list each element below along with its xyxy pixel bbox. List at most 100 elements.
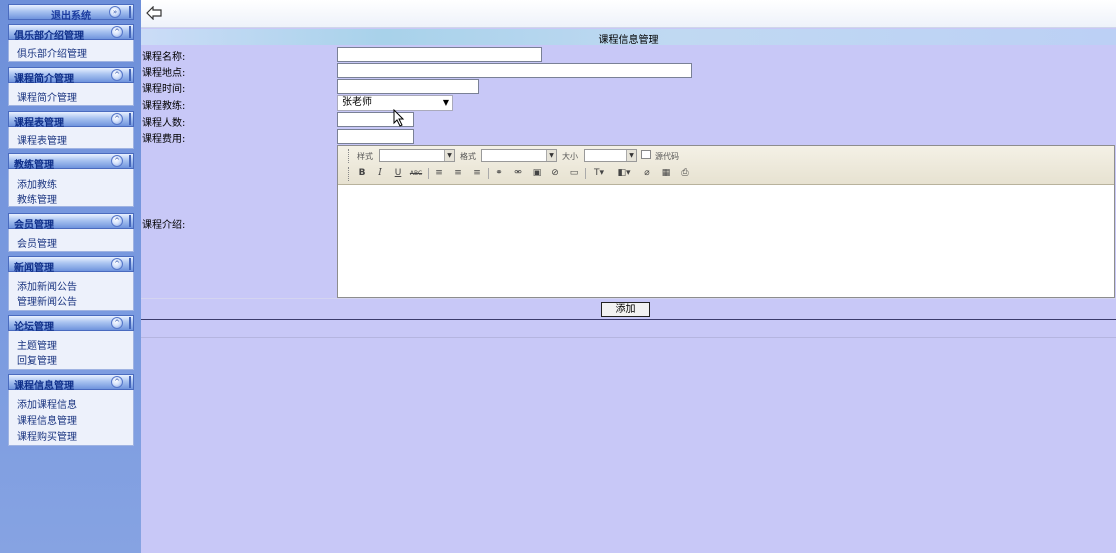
course-count-label: 课程人数: bbox=[142, 118, 186, 129]
footer-divider bbox=[141, 337, 1116, 338]
collapse-icon[interactable]: ^ bbox=[111, 258, 123, 270]
media-icon[interactable]: ▭ bbox=[567, 167, 581, 180]
align-right-icon[interactable]: ≡ bbox=[470, 167, 484, 180]
editor-content-area[interactable] bbox=[338, 185, 1114, 297]
divider-icon bbox=[129, 317, 131, 329]
section-header-course-intro[interactable]: 课程简介管理 ^ bbox=[8, 67, 134, 85]
size-select[interactable]: ▼ bbox=[584, 149, 637, 162]
course-location-label: 课程地点: bbox=[142, 68, 186, 79]
section-body: 添加教练 教练管理 bbox=[8, 169, 134, 207]
sidebar-item-reply[interactable]: 回复管理 bbox=[17, 352, 57, 367]
dropdown-arrow-icon: ▼ bbox=[546, 150, 556, 161]
italic-icon[interactable]: I bbox=[373, 167, 387, 180]
separator-icon bbox=[585, 168, 586, 179]
course-coach-label: 课程教练: bbox=[142, 101, 186, 112]
style-select[interactable]: ▼ bbox=[379, 149, 455, 162]
sidebar-item-coach-manage[interactable]: 教练管理 bbox=[17, 191, 57, 206]
collapse-icon[interactable]: ^ bbox=[111, 69, 123, 81]
eraser-icon[interactable]: ⌀ bbox=[640, 167, 654, 180]
section-header-news[interactable]: 新闻管理 ^ bbox=[8, 256, 134, 274]
sidebar-item-club-intro[interactable]: 俱乐部介绍管理 bbox=[17, 45, 87, 60]
divider-icon bbox=[129, 26, 131, 38]
divider-icon bbox=[129, 155, 131, 167]
collapse-icon[interactable]: ^ bbox=[111, 317, 123, 329]
course-time-label: 课程时间: bbox=[142, 84, 186, 95]
course-location-input[interactable] bbox=[337, 63, 692, 78]
align-left-icon[interactable]: ≡ bbox=[432, 167, 446, 180]
bg-color-icon[interactable]: ◧▾ bbox=[614, 167, 634, 180]
section-header-forum[interactable]: 论坛管理 ^ bbox=[8, 315, 134, 333]
section-body: 课程表管理 bbox=[8, 127, 134, 149]
collapse-icon[interactable]: ^ bbox=[111, 155, 123, 167]
unlink-icon[interactable]: ⚮ bbox=[511, 167, 525, 180]
strikethrough-icon[interactable]: ABC bbox=[409, 167, 423, 180]
format-select[interactable]: ▼ bbox=[481, 149, 557, 162]
course-time-input[interactable] bbox=[337, 79, 479, 94]
link-icon[interactable]: ⚭ bbox=[492, 167, 506, 180]
sidebar-item-add-course[interactable]: 添加课程信息 bbox=[17, 396, 77, 411]
coach-select-value: 张老师 bbox=[342, 97, 372, 108]
collapse-icon[interactable]: ^ bbox=[111, 215, 123, 227]
submit-row: 添加 bbox=[141, 298, 1116, 319]
align-center-icon[interactable]: ≡ bbox=[451, 167, 465, 180]
collapse-icon[interactable]: ^ bbox=[111, 26, 123, 38]
flash-icon[interactable]: ⊘ bbox=[548, 167, 562, 180]
source-label[interactable]: 源代码 bbox=[655, 151, 679, 162]
logout-icon: » bbox=[109, 6, 121, 18]
course-fee-label: 课程费用: bbox=[142, 134, 186, 145]
text-color-icon[interactable]: T▾ bbox=[589, 167, 609, 180]
collapse-icon[interactable]: ^ bbox=[111, 376, 123, 388]
preview-icon[interactable]: ⎙ bbox=[678, 167, 692, 180]
divider-icon bbox=[129, 69, 131, 81]
size-label: 大小 bbox=[562, 152, 578, 161]
bold-icon[interactable]: B bbox=[355, 167, 369, 180]
sidebar-item-course-intro[interactable]: 课程简介管理 bbox=[17, 89, 77, 104]
editor-toolbar: 样式 ▼ 格式 ▼ 大小 ▼ 源代码 B I U ABC ≡ ≡ ≡ ⚭ ⚮ ▣… bbox=[338, 146, 1114, 185]
section-header-schedule[interactable]: 课程表管理 ^ bbox=[8, 111, 134, 129]
toolbar-grip-icon bbox=[348, 167, 351, 181]
course-fee-input[interactable] bbox=[337, 129, 414, 144]
course-name-input[interactable] bbox=[337, 47, 542, 62]
section-header-coach[interactable]: 教练管理 ^ bbox=[8, 153, 134, 171]
sidebar-item-member[interactable]: 会员管理 bbox=[17, 235, 57, 250]
sidebar-item-add-news[interactable]: 添加新闻公告 bbox=[17, 278, 77, 293]
divider-icon bbox=[129, 215, 131, 227]
add-button[interactable]: 添加 bbox=[601, 302, 650, 317]
mouse-cursor-icon bbox=[393, 109, 405, 127]
rich-text-editor[interactable]: 样式 ▼ 格式 ▼ 大小 ▼ 源代码 B I U ABC ≡ ≡ ≡ ⚭ ⚮ ▣… bbox=[337, 145, 1115, 298]
dropdown-arrow-icon: ▼ bbox=[444, 150, 454, 161]
section-body: 添加新闻公告 管理新闻公告 bbox=[8, 272, 134, 311]
section-header-club-intro[interactable]: 俱乐部介绍管理 ^ bbox=[8, 24, 134, 42]
page-title: 课程信息管理 bbox=[598, 35, 659, 46]
divider-icon bbox=[129, 113, 131, 125]
divider-icon bbox=[129, 258, 131, 270]
section-body: 会员管理 bbox=[8, 229, 134, 252]
section-body: 主题管理 回复管理 bbox=[8, 331, 134, 370]
table-icon[interactable]: ▦ bbox=[659, 167, 673, 180]
sidebar-item-course-manage[interactable]: 课程信息管理 bbox=[17, 412, 77, 427]
logout-label: 退出系统 bbox=[51, 11, 91, 22]
sidebar-item-course-purchase[interactable]: 课程购买管理 bbox=[17, 428, 77, 443]
underline-icon[interactable]: U bbox=[391, 167, 405, 180]
format-label: 格式 bbox=[460, 152, 476, 161]
sidebar-item-add-coach[interactable]: 添加教练 bbox=[17, 176, 57, 191]
collapse-icon[interactable]: ^ bbox=[111, 113, 123, 125]
section-header-course-info[interactable]: 课程信息管理 ^ bbox=[8, 374, 134, 392]
logout-button[interactable]: 退出系统 » bbox=[8, 4, 134, 22]
divider-icon bbox=[129, 6, 131, 18]
sidebar-item-schedule[interactable]: 课程表管理 bbox=[17, 132, 67, 147]
section-body: 俱乐部介绍管理 bbox=[8, 40, 134, 62]
section-header-member[interactable]: 会员管理 ^ bbox=[8, 213, 134, 231]
sidebar: 退出系统 » 俱乐部介绍管理 ^ 俱乐部介绍管理 课程简介管理 ^ 课程简介管理… bbox=[0, 0, 141, 553]
toolbar-grip-icon bbox=[348, 149, 351, 163]
dropdown-arrow-icon: ▼ bbox=[626, 150, 636, 161]
dropdown-arrow-icon[interactable]: ▼ bbox=[443, 96, 449, 110]
sidebar-item-news-manage[interactable]: 管理新闻公告 bbox=[17, 293, 77, 308]
back-arrow-icon[interactable] bbox=[146, 6, 162, 20]
top-bar bbox=[141, 0, 1116, 28]
image-icon[interactable]: ▣ bbox=[530, 167, 544, 180]
sidebar-item-topic[interactable]: 主题管理 bbox=[17, 337, 57, 352]
separator-icon bbox=[488, 168, 489, 179]
course-intro-label: 课程介绍: bbox=[142, 220, 186, 231]
source-icon[interactable] bbox=[641, 150, 651, 159]
